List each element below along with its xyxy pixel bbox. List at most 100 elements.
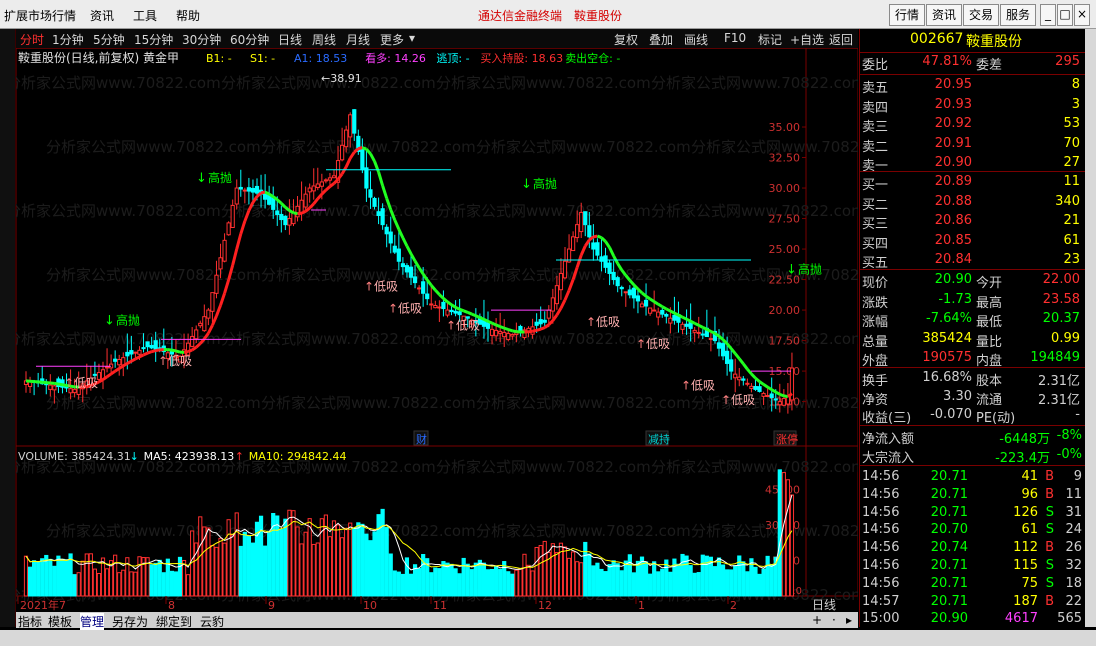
tab-manage[interactable]: 管理 — [80, 613, 105, 630]
volume-bar — [733, 565, 738, 597]
tab-save-as[interactable]: 另存为 — [112, 613, 148, 630]
flow-value: -223.4万 — [995, 450, 1050, 466]
tick-row: 14:56 20.71 75 S 18 — [862, 576, 1084, 595]
volume-bar — [242, 531, 247, 597]
candle-body — [716, 342, 722, 349]
ma-line-segment — [239, 220, 247, 235]
period-tab-1min[interactable]: 1分钟 — [52, 31, 84, 48]
quote-button[interactable]: 行情 — [889, 4, 925, 26]
ma-line-segment — [405, 245, 413, 255]
candle-body — [603, 255, 608, 268]
tab-cloud[interactable]: 云豹 — [200, 613, 224, 630]
candle-body — [619, 286, 624, 290]
zoom-in-icon[interactable]: + — [812, 613, 822, 627]
candle-body — [372, 197, 377, 207]
period-tab-30min[interactable]: 30分钟 — [182, 31, 221, 48]
chart-legend-item: S1: - — [250, 52, 275, 65]
candle-body — [214, 274, 219, 294]
ma-line-segment — [361, 146, 367, 151]
period-tab-15min[interactable]: 15分钟 — [134, 31, 173, 48]
ma-line-segment — [536, 327, 542, 332]
stat-value: 22.00 — [1042, 272, 1080, 287]
ma-line-segment — [183, 350, 189, 354]
ma-line-segment — [547, 319, 554, 326]
bid-row: 买四 20.85 61 — [862, 233, 1084, 252]
kline-chart[interactable]: 分析家公式网www.70822.com 分析家公式网www.70822.com 分析… — [16, 48, 858, 612]
volume-bar — [595, 562, 600, 597]
service-button[interactable]: 服务 — [1000, 4, 1036, 26]
mark-button[interactable]: 标记 — [758, 31, 782, 48]
candle-body — [607, 262, 612, 274]
f10-button[interactable]: F10 — [724, 31, 746, 45]
max-price-label: ←38.91 — [321, 72, 362, 85]
vertical-scrollbar[interactable] — [1085, 29, 1096, 627]
volume-bar — [121, 569, 126, 597]
overlay-button[interactable]: 叠加 — [649, 31, 673, 48]
tab-template[interactable]: 模板 — [48, 613, 72, 630]
tick-volume: 115 — [1013, 558, 1038, 573]
news-button[interactable]: 资讯 — [926, 4, 962, 26]
tick-side: B — [1045, 593, 1054, 609]
chart-legend-item: A1: 18.53 — [294, 52, 347, 65]
buy-arrow-icon: ↑ — [446, 319, 456, 333]
volume-bar — [258, 515, 264, 597]
adjust-button[interactable]: 复权 — [614, 31, 638, 48]
menu-help[interactable]: 帮助 — [176, 7, 200, 24]
volume-bar — [218, 537, 223, 597]
volume-bar — [720, 564, 726, 597]
ma-line-segment — [681, 315, 688, 321]
candle-body — [327, 177, 333, 181]
tab-bind-to[interactable]: 绑定到 — [156, 613, 192, 630]
candle-body — [700, 333, 705, 336]
period-tab-more[interactable]: 更多 — [380, 31, 404, 48]
ask-volume: 3 — [1071, 96, 1080, 112]
period-tab-5min[interactable]: 5分钟 — [93, 31, 125, 48]
volume-bar — [716, 557, 722, 597]
trade-button[interactable]: 交易 — [963, 4, 999, 26]
tick-count: 9 — [1073, 469, 1082, 484]
back-button[interactable]: 返回 — [829, 31, 853, 48]
stat-value: - — [1075, 407, 1080, 422]
ask-price: 20.92 — [934, 116, 972, 131]
zoom-out-icon[interactable]: · — [832, 613, 836, 627]
tab-indicator[interactable]: 指标 — [18, 613, 42, 630]
scroll-right-icon[interactable]: ▸ — [846, 613, 852, 627]
candle-body — [550, 297, 555, 312]
menu-news[interactable]: 资讯 — [90, 7, 114, 24]
volume-bar — [599, 568, 604, 597]
period-tab-60min[interactable]: 60分钟 — [230, 31, 269, 48]
high-sell-label: 高抛 — [533, 176, 557, 191]
menu-extended-market[interactable]: 扩展市场行情 — [4, 7, 76, 24]
maximize-icon[interactable]: □ — [1057, 4, 1073, 26]
ma-line-segment — [401, 237, 409, 247]
draw-button[interactable]: 画线 — [684, 31, 708, 48]
ma-line-segment — [463, 309, 469, 314]
candle-body — [242, 189, 247, 192]
close-icon[interactable]: × — [1074, 4, 1090, 26]
tick-row: 14:56 20.71 126 S 31 — [862, 505, 1084, 524]
ma-line-segment — [649, 297, 655, 303]
period-tab-monthly[interactable]: 月线 — [346, 31, 370, 48]
ma-line-segment — [130, 357, 137, 363]
volume-bar — [153, 562, 158, 597]
volume-bar — [68, 553, 73, 597]
ma-line-segment — [446, 300, 453, 307]
date-label: 10 — [363, 599, 377, 612]
period-tab-weekly[interactable]: 周线 — [312, 31, 336, 48]
candle-body — [562, 260, 568, 279]
candle-body — [218, 257, 223, 270]
period-tab-daily[interactable]: 日线 — [278, 31, 302, 48]
volume-bar — [757, 573, 762, 597]
candle-body — [295, 205, 300, 218]
left-strip — [0, 29, 16, 627]
minimize-icon[interactable]: _ — [1040, 4, 1056, 26]
chevron-down-icon[interactable]: ▾ — [409, 31, 415, 45]
volume-bar — [291, 510, 296, 597]
candle-body — [672, 314, 677, 321]
ma-line-segment — [235, 233, 243, 250]
period-tab-timeshare[interactable]: 分时 — [20, 31, 44, 48]
menu-tools[interactable]: 工具 — [133, 7, 157, 24]
stat-row: 现价 20.90 今开 22.00 — [862, 272, 1084, 291]
add-watchlist-button[interactable]: +自选 — [790, 31, 824, 48]
volume-bar — [680, 553, 685, 597]
